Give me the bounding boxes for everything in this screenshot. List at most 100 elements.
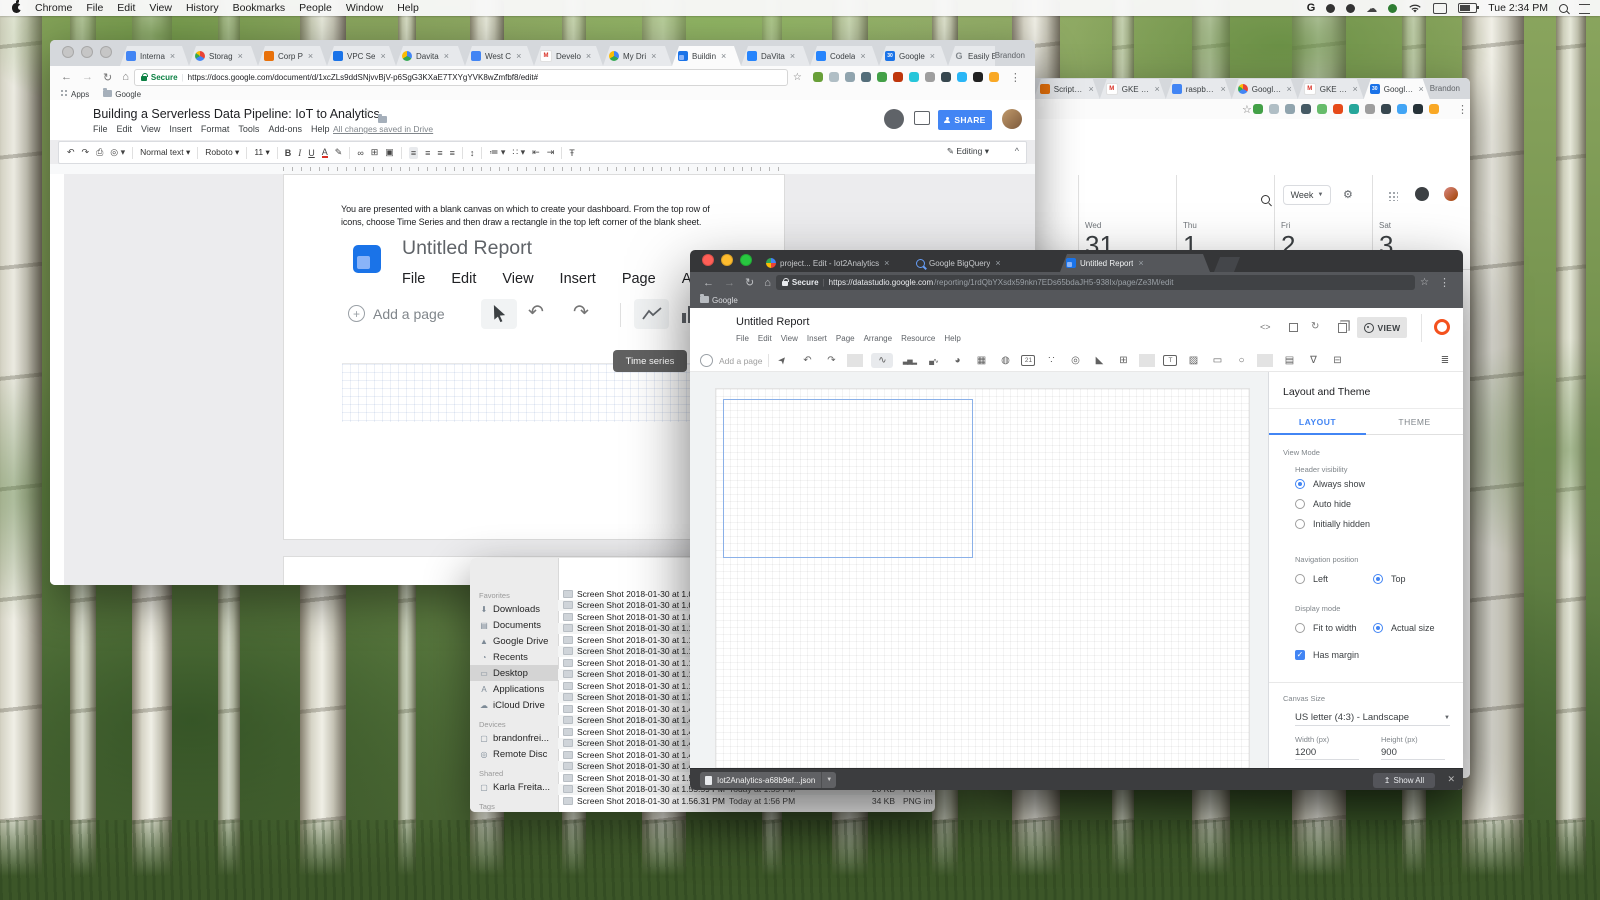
save-status[interactable]: All changes saved in Drive bbox=[333, 124, 433, 134]
menu-item[interactable]: View bbox=[141, 124, 160, 134]
separator[interactable] bbox=[481, 147, 482, 159]
font-size-select[interactable]: 11 ▾ bbox=[254, 147, 269, 158]
align-left-icon[interactable]: ≡ bbox=[409, 147, 418, 159]
image-icon[interactable]: ▨ bbox=[1185, 355, 1201, 366]
menu-item[interactable]: File bbox=[86, 2, 103, 14]
menu-item[interactable]: Tools bbox=[238, 124, 259, 134]
bullet-list-icon[interactable]: ∷ ▾ bbox=[512, 147, 525, 158]
justify-icon[interactable]: ≡ bbox=[450, 148, 455, 158]
browser-tab[interactable]: 30 Google × bbox=[879, 46, 948, 66]
zoom-window-icon[interactable] bbox=[100, 46, 112, 58]
sidebar-item[interactable]: ☁ iCloud Drive bbox=[470, 697, 558, 713]
extension-icon[interactable] bbox=[1301, 104, 1311, 114]
zoom-icon[interactable]: ◎ ▾ bbox=[110, 147, 125, 158]
geo-map-icon[interactable]: ◍ bbox=[997, 355, 1013, 366]
chrome-menu-icon[interactable]: ⋮ bbox=[1010, 71, 1021, 84]
separator[interactable] bbox=[1139, 354, 1155, 367]
avatar[interactable] bbox=[1434, 319, 1450, 335]
browser-tab[interactable]: Corp P × bbox=[258, 46, 327, 66]
home-icon[interactable]: ⌂ bbox=[122, 71, 129, 83]
view-button[interactable]: VIEW bbox=[1357, 317, 1407, 338]
spotlight-search-icon[interactable] bbox=[1559, 4, 1568, 13]
sidebar-item[interactable]: ▲ Google Drive bbox=[470, 633, 558, 649]
tab-close-icon[interactable]: × bbox=[1087, 84, 1093, 94]
tab-close-icon[interactable]: × bbox=[443, 51, 449, 61]
browser-tab[interactable]: Interna × bbox=[120, 46, 189, 66]
extension-icon[interactable] bbox=[861, 72, 871, 82]
undo-icon[interactable]: ↶ bbox=[799, 355, 815, 366]
browser-tab[interactable]: Buildin × bbox=[672, 46, 741, 66]
text-icon[interactable]: T bbox=[1163, 355, 1177, 366]
bookmark-google[interactable]: Google bbox=[103, 90, 141, 99]
separator[interactable] bbox=[277, 147, 278, 159]
separator[interactable] bbox=[847, 354, 863, 367]
tab-close-icon[interactable]: × bbox=[883, 258, 889, 268]
browser-tab[interactable]: raspber.. × bbox=[1166, 79, 1232, 99]
tab-close-icon[interactable]: × bbox=[1153, 84, 1159, 94]
browser-tab[interactable]: G Easily E × bbox=[948, 46, 995, 66]
menu-item[interactable]: Help bbox=[944, 334, 960, 343]
line-spacing-icon[interactable]: ↕ bbox=[470, 148, 475, 158]
extension-icon[interactable] bbox=[1253, 104, 1263, 114]
back-icon[interactable]: ← bbox=[61, 71, 72, 83]
bookmark-star-icon[interactable]: ☆ bbox=[793, 72, 802, 83]
menu-item[interactable]: Edit bbox=[758, 334, 772, 343]
comment-history-icon[interactable] bbox=[884, 109, 904, 129]
cursor-tool-icon[interactable]: ➤ bbox=[774, 351, 793, 370]
browser-tab[interactable]: VPC Se × bbox=[327, 46, 396, 66]
tab-close-icon[interactable]: × bbox=[379, 51, 385, 61]
extension-icon[interactable] bbox=[829, 72, 839, 82]
tab-close-icon[interactable]: × bbox=[929, 51, 935, 61]
browser-tab[interactable]: M Develo × bbox=[534, 46, 603, 66]
radio-option[interactable]: Initially hidden bbox=[1295, 519, 1370, 529]
numbered-list-icon[interactable]: ≔ ▾ bbox=[489, 147, 505, 158]
text-color-icon[interactable]: A bbox=[322, 148, 328, 158]
menu-item[interactable]: Edit bbox=[117, 124, 133, 134]
address-field[interactable]: Secure | https://docs.google.com/documen… bbox=[134, 69, 788, 86]
separator[interactable] bbox=[561, 147, 562, 159]
minimize-window-icon[interactable] bbox=[81, 46, 93, 58]
search-icon[interactable] bbox=[1261, 195, 1270, 204]
extension-icon[interactable] bbox=[925, 72, 935, 82]
radio-option[interactable]: Fit to width bbox=[1295, 623, 1357, 633]
style-select[interactable]: Normal text ▾ bbox=[140, 147, 190, 158]
extension-icon[interactable] bbox=[1349, 104, 1359, 114]
extension-icon[interactable] bbox=[989, 72, 999, 82]
menu-bar-clock[interactable]: Tue 2:34 PM bbox=[1488, 2, 1548, 14]
browser-tab[interactable]: Untitled Report × bbox=[1060, 254, 1210, 272]
browser-tab[interactable]: project... Edit - Iot2Analytics × bbox=[760, 254, 910, 272]
browser-tab[interactable]: M GKE Nod × bbox=[1298, 79, 1364, 99]
browser-tab[interactable]: DaVita × bbox=[741, 46, 810, 66]
settings-gear-icon[interactable]: ⚙ bbox=[1343, 188, 1353, 201]
bookmark-google[interactable]: Google bbox=[700, 296, 738, 305]
has-margin-checkbox[interactable]: ✓ Has margin bbox=[1295, 650, 1359, 660]
browser-tab[interactable]: M GKE Nod × bbox=[1100, 79, 1166, 99]
scorecard-icon[interactable]: 21 bbox=[1021, 355, 1035, 366]
menu-item[interactable]: Format bbox=[201, 124, 230, 134]
refresh-data-icon[interactable]: ↻ bbox=[1311, 321, 1319, 332]
close-window-icon[interactable] bbox=[62, 46, 74, 58]
menu-item[interactable]: View bbox=[781, 334, 798, 343]
status-icon[interactable] bbox=[1388, 4, 1397, 13]
apple-menu-icon[interactable] bbox=[12, 3, 21, 13]
notification-bell-icon[interactable] bbox=[1415, 187, 1429, 201]
minimize-window-icon[interactable] bbox=[721, 254, 733, 266]
extension-icon[interactable] bbox=[941, 72, 951, 82]
font-select[interactable]: Roboto ▾ bbox=[205, 147, 239, 158]
star-doc-icon[interactable]: ☆ bbox=[362, 107, 371, 118]
zoom-window-icon[interactable] bbox=[740, 254, 752, 266]
tab-close-icon[interactable]: × bbox=[650, 51, 656, 61]
more-tools-icon[interactable]: ≣ bbox=[1437, 355, 1453, 366]
tab-close-icon[interactable]: × bbox=[1417, 84, 1423, 94]
outdent-icon[interactable]: ⇤ bbox=[532, 147, 540, 158]
tab-close-icon[interactable]: × bbox=[307, 51, 313, 61]
tab-close-icon[interactable]: × bbox=[1137, 258, 1143, 268]
download-item[interactable]: Iot2Analytics-a68b9ef...json ▼ bbox=[700, 772, 836, 788]
radio-option[interactable]: Top bbox=[1373, 574, 1406, 584]
show-all-button[interactable]: ↥ Show All bbox=[1373, 773, 1435, 788]
extension-icon[interactable] bbox=[845, 72, 855, 82]
scatter-chart-icon[interactable]: ∵ bbox=[1043, 355, 1059, 366]
bar-chart-icon[interactable]: ▃▅▂ bbox=[901, 357, 917, 365]
radio-option[interactable]: Left bbox=[1295, 574, 1328, 584]
bookmark-star-icon[interactable]: ☆ bbox=[1420, 277, 1429, 288]
